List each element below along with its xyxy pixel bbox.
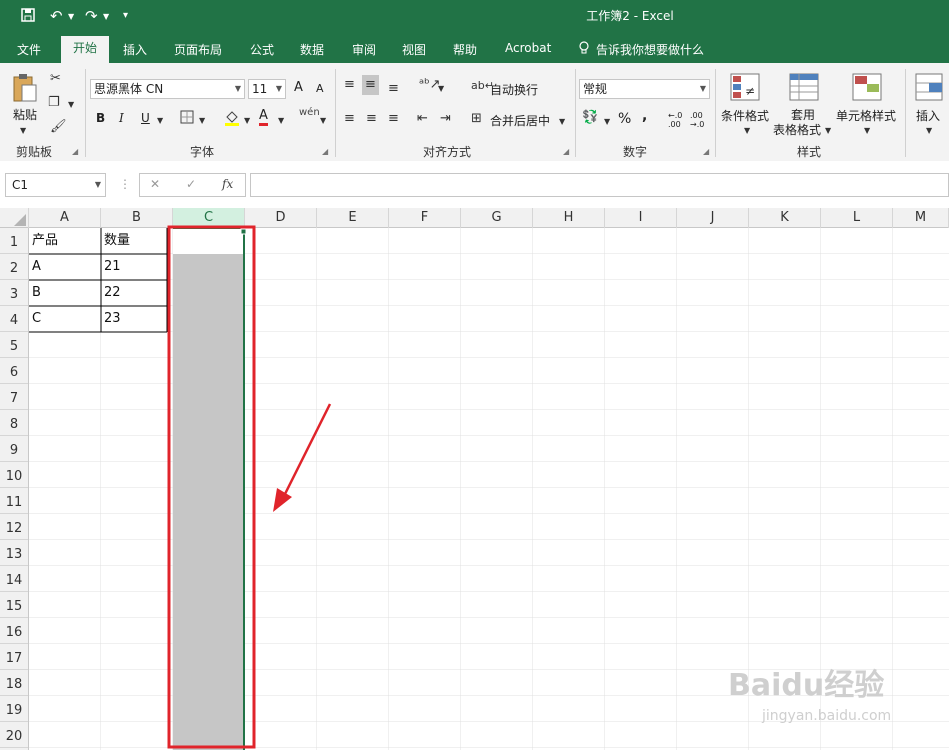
- watermark-logo: Baidu经验: [728, 668, 885, 703]
- highlight-box: [167, 225, 256, 749]
- annotation-arrow-shaft: [280, 403, 332, 501]
- annotation-overlay: [167, 225, 332, 749]
- watermark-url: jingyan.baidu.com: [762, 708, 892, 724]
- annotation-arrow-head: [273, 488, 292, 512]
